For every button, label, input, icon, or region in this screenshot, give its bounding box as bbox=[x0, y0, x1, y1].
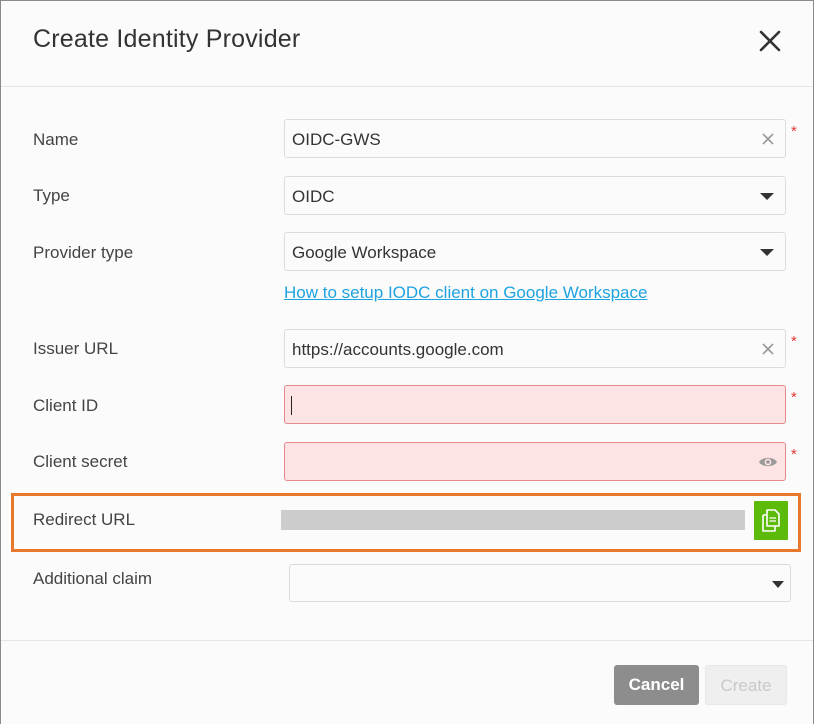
name-input[interactable]: OIDC-GWS bbox=[284, 119, 786, 158]
client-id-label: Client ID bbox=[33, 396, 99, 415]
close-button[interactable] bbox=[757, 28, 783, 54]
create-identity-provider-dialog: Create Identity Provider Name OIDC-GWS *… bbox=[0, 0, 814, 724]
provider-type-value: Google Workspace bbox=[292, 243, 437, 262]
additional-claim-label: Additional claim bbox=[33, 569, 153, 588]
client-secret-input[interactable] bbox=[284, 442, 786, 481]
cancel-button[interactable]: Cancel bbox=[614, 665, 699, 705]
provider-type-label: Provider type bbox=[33, 243, 134, 262]
copy-button[interactable] bbox=[754, 501, 788, 540]
required-marker: * bbox=[791, 123, 797, 140]
clear-icon[interactable] bbox=[760, 341, 776, 357]
dialog-title: Create Identity Provider bbox=[33, 25, 301, 53]
chevron-down-icon bbox=[760, 193, 774, 200]
required-marker: * bbox=[791, 389, 797, 406]
client-secret-label: Client secret bbox=[33, 452, 128, 471]
redirect-url-label: Redirect URL bbox=[33, 510, 136, 529]
type-label: Type bbox=[33, 186, 70, 205]
redirect-url-value bbox=[281, 510, 745, 530]
setup-help-link[interactable]: How to setup IODC client on Google Works… bbox=[284, 283, 647, 303]
provider-type-select[interactable]: Google Workspace bbox=[284, 232, 786, 271]
client-id-input[interactable] bbox=[284, 385, 786, 424]
name-value: OIDC-GWS bbox=[292, 130, 381, 149]
required-marker: * bbox=[791, 333, 797, 350]
type-value: OIDC bbox=[292, 187, 335, 206]
required-marker: * bbox=[791, 446, 797, 463]
issuer-url-value: https://accounts.google.com bbox=[292, 340, 504, 359]
type-select[interactable]: OIDC bbox=[284, 176, 786, 215]
chevron-down-icon bbox=[772, 581, 784, 588]
copy-icon bbox=[762, 509, 780, 532]
issuer-url-input[interactable]: https://accounts.google.com bbox=[284, 329, 786, 368]
eye-icon[interactable] bbox=[758, 454, 778, 470]
dialog-header: Create Identity Provider bbox=[1, 1, 813, 87]
create-button[interactable]: Create bbox=[705, 665, 787, 705]
clear-icon[interactable] bbox=[760, 131, 776, 147]
additional-claim-select[interactable] bbox=[289, 564, 791, 602]
name-label: Name bbox=[33, 130, 79, 149]
text-cursor bbox=[291, 396, 292, 415]
issuer-url-label: Issuer URL bbox=[33, 339, 119, 358]
chevron-down-icon bbox=[760, 249, 774, 256]
close-icon bbox=[759, 30, 781, 52]
